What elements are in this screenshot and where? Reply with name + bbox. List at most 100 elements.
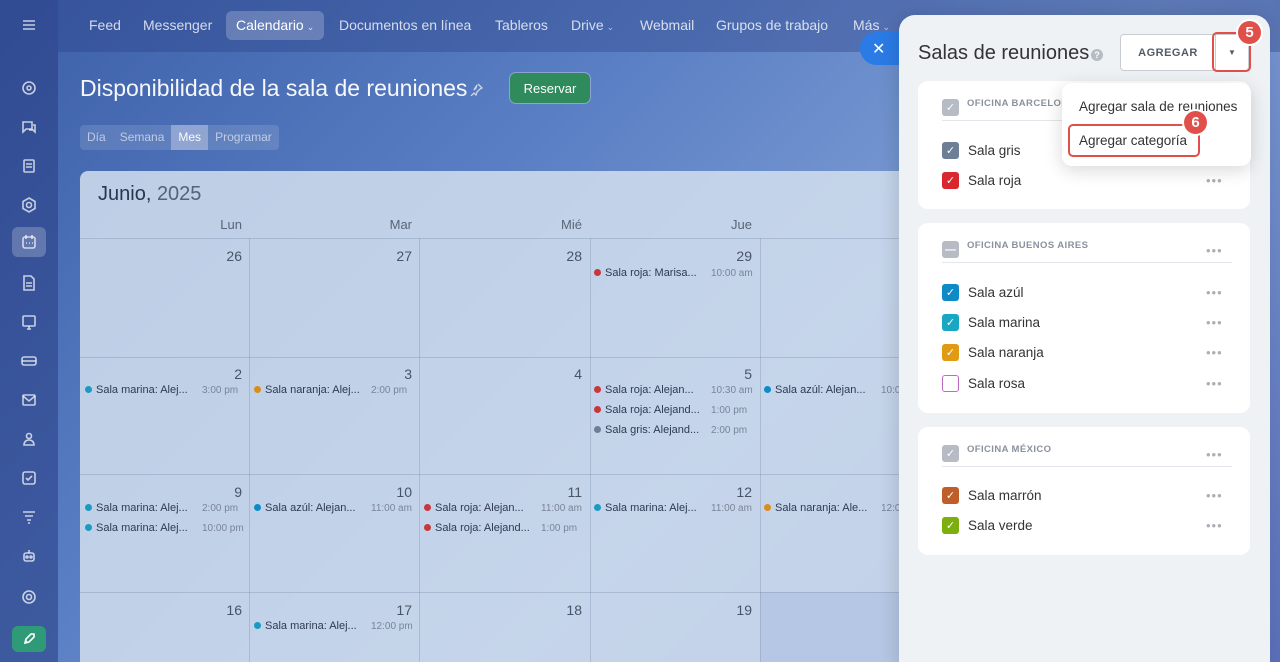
menu-icon[interactable] (17, 13, 41, 37)
month-name: Junio, (98, 183, 152, 205)
more-options-icon[interactable]: ••• (1206, 285, 1223, 300)
event-title: Sala marina: Alej... (96, 522, 188, 534)
nav-messenger[interactable]: Messenger (143, 11, 212, 40)
room-label[interactable]: Sala verde (968, 518, 1033, 533)
calendar-event[interactable]: Sala azúl: Alejan... 10:0 (764, 383, 900, 397)
panel-title: Salas de reuniones (918, 42, 1090, 64)
more-options-icon[interactable]: ••• (1206, 518, 1223, 533)
step-6-highlight (1068, 124, 1200, 157)
rocket-icon[interactable] (12, 626, 46, 652)
nav-calendar[interactable]: Calendario ⌄ (226, 11, 325, 40)
room-checkbox[interactable]: ✓ (942, 487, 959, 504)
day-number[interactable]: 9 (202, 484, 242, 500)
more-options-icon[interactable]: ••• (1206, 243, 1223, 258)
nav-feed[interactable]: Feed (89, 11, 121, 40)
nav-webmail[interactable]: Webmail (640, 11, 694, 40)
calendar-event[interactable]: Sala marina: Alej... 11:00 am (594, 501, 752, 515)
nav-drive-label: Drive (571, 17, 604, 33)
board-icon[interactable] (17, 310, 41, 334)
day-number[interactable]: 18 (542, 602, 582, 618)
hexagon-icon[interactable] (17, 193, 41, 217)
day-number[interactable]: 5 (712, 366, 752, 382)
weekday-label: Lun (220, 217, 242, 232)
tasks-icon[interactable] (17, 466, 41, 490)
room-label[interactable]: Sala rosa (968, 376, 1025, 391)
day-number[interactable]: 19 (712, 602, 752, 618)
day-number[interactable]: 2 (202, 366, 242, 382)
puzzle-icon[interactable] (17, 76, 41, 100)
tab-schedule[interactable]: Programar (208, 125, 279, 150)
help-icon[interactable]: ? (1091, 49, 1103, 61)
calendar-event[interactable]: Sala marina: Alej... 12:00 pm (254, 619, 413, 633)
calendar-event[interactable]: Sala naranja: Ale... 12:0 (764, 501, 900, 515)
settings-icon[interactable] (17, 585, 41, 609)
day-number[interactable]: 16 (202, 602, 242, 618)
feed-icon[interactable] (17, 154, 41, 178)
drive-icon[interactable] (17, 349, 41, 373)
add-button[interactable]: AGREGAR (1120, 34, 1216, 71)
document-icon[interactable] (17, 271, 41, 295)
room-checkbox[interactable]: ✓ (942, 517, 959, 534)
more-options-icon[interactable]: ••• (1206, 315, 1223, 330)
room-checkbox[interactable] (942, 375, 959, 392)
room-label[interactable]: Sala marrón (968, 488, 1042, 503)
calendar-event[interactable]: Sala roja: Alejand... 1:00 pm (594, 403, 747, 417)
room-checkbox[interactable]: ✓ (942, 344, 959, 361)
room-label[interactable]: Sala marina (968, 315, 1040, 330)
tab-week[interactable]: Semana (113, 125, 172, 150)
more-options-icon[interactable]: ••• (1206, 376, 1223, 391)
reserve-button[interactable]: Reservar (510, 73, 590, 103)
calendar-event[interactable]: Sala marina: Alej... 10:00 pm (85, 521, 244, 535)
menu-item-add-room[interactable]: Agregar sala de reuniones (1079, 99, 1237, 114)
day-number[interactable]: 12 (712, 484, 752, 500)
pin-icon[interactable] (470, 82, 484, 97)
mail-icon[interactable] (17, 388, 41, 412)
nav-workgroups[interactable]: Grupos de trabajo (716, 11, 828, 40)
more-options-icon[interactable]: ••• (1206, 447, 1223, 462)
more-options-icon[interactable]: ••• (1206, 173, 1223, 188)
calendar-event[interactable]: Sala marina: Alej... 2:00 pm (85, 501, 238, 515)
room-checkbox[interactable]: ✓ (942, 142, 959, 159)
day-number[interactable]: 27 (372, 248, 412, 264)
event-color-dot (594, 269, 601, 276)
day-number[interactable]: 29 (712, 248, 752, 264)
room-label[interactable]: Sala naranja (968, 345, 1044, 360)
day-number[interactable]: 17 (372, 602, 412, 618)
day-number[interactable]: 10 (372, 484, 412, 500)
event-time: 10:30 am (711, 385, 753, 396)
category-checkbox[interactable]: ✓ (942, 99, 959, 116)
robot-icon[interactable] (17, 544, 41, 568)
calendar-event[interactable]: Sala roja: Alejand... 1:00 pm (424, 521, 577, 535)
category-checkbox[interactable]: — (942, 241, 959, 258)
calendar-event[interactable]: Sala roja: Marisa... 10:00 am (594, 266, 753, 280)
day-number[interactable]: 26 (202, 248, 242, 264)
filter-icon[interactable] (17, 505, 41, 529)
more-options-icon[interactable]: ••• (1206, 345, 1223, 360)
nav-documents[interactable]: Documentos en línea (339, 11, 471, 40)
nav-drive[interactable]: Drive ⌄ (571, 11, 614, 40)
groups-icon[interactable] (17, 427, 41, 451)
category-checkbox[interactable]: ✓ (942, 445, 959, 462)
room-label[interactable]: Sala gris (968, 143, 1021, 158)
room-checkbox[interactable]: ✓ (942, 172, 959, 189)
day-number[interactable]: 3 (372, 366, 412, 382)
day-number[interactable]: 4 (542, 366, 582, 382)
calendar-event[interactable]: Sala roja: Alejan... 10:30 am (594, 383, 753, 397)
room-checkbox[interactable]: ✓ (942, 314, 959, 331)
calendar-event[interactable]: Sala naranja: Alej... 2:00 pm (254, 383, 407, 397)
day-number[interactable]: 11 (542, 484, 582, 500)
calendar-event[interactable]: Sala gris: Alejand... 2:00 pm (594, 423, 747, 437)
tab-day[interactable]: Día (80, 125, 113, 150)
calendar-event[interactable]: Sala azúl: Alejan... 11:00 am (254, 501, 412, 515)
calendar-event[interactable]: Sala marina: Alej... 3:00 pm (85, 383, 238, 397)
chat-icon[interactable] (17, 115, 41, 139)
nav-boards[interactable]: Tableros (495, 11, 548, 40)
day-number[interactable]: 28 (542, 248, 582, 264)
room-label[interactable]: Sala azúl (968, 285, 1024, 300)
calendar-icon[interactable] (12, 227, 46, 257)
room-checkbox[interactable]: ✓ (942, 284, 959, 301)
more-options-icon[interactable]: ••• (1206, 488, 1223, 503)
tab-month[interactable]: Mes (171, 125, 209, 150)
room-label[interactable]: Sala roja (968, 173, 1021, 188)
calendar-event[interactable]: Sala roja: Alejan... 11:00 am (424, 501, 582, 515)
